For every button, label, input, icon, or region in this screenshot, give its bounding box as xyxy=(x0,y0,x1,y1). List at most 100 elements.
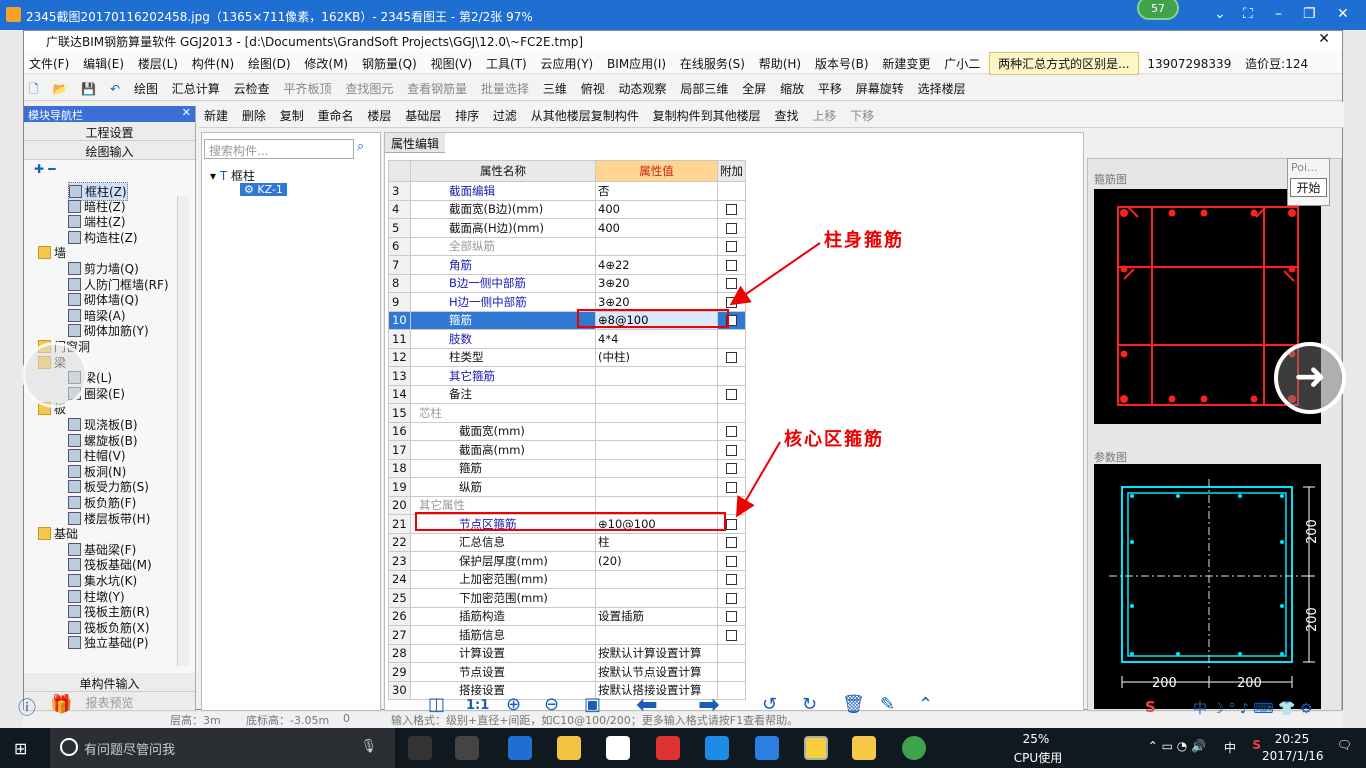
sogou-tray-icon[interactable]: S xyxy=(1252,738,1261,752)
nav-tree-item[interactable]: 现浇板(B) xyxy=(68,416,138,433)
property-value[interactable]: 设置插筋 xyxy=(595,606,718,626)
property-row[interactable]: 13 其它箍筋 xyxy=(388,366,746,386)
extra-checkbox[interactable] xyxy=(726,204,737,216)
menu-bim[interactable]: BIM应用(I) xyxy=(602,51,671,76)
property-row[interactable]: 20 其它属性 xyxy=(388,495,746,515)
copy-button[interactable]: 复制 xyxy=(275,102,309,129)
extra-checkbox[interactable] xyxy=(726,629,737,641)
property-value[interactable]: ⊕8@100 xyxy=(595,310,718,330)
property-value[interactable]: 4⊕22 xyxy=(595,255,718,275)
move-down-button[interactable]: 下移 xyxy=(845,102,879,129)
move-up-button[interactable]: 上移 xyxy=(807,102,841,129)
nav-tree-item[interactable]: 集水坑(K) xyxy=(68,572,137,589)
ime-indicator[interactable]: 中 xyxy=(1224,739,1236,756)
close-icon[interactable]: ✕ xyxy=(1337,6,1349,22)
property-value[interactable]: 柱 xyxy=(595,532,718,552)
property-value[interactable] xyxy=(595,440,718,460)
ime-toolbar-icon[interactable]: 中 ☽ ° ♪ ⌨ 👕 ⚙ xyxy=(1193,698,1312,718)
property-row[interactable]: 22 汇总信息柱 xyxy=(388,532,746,552)
cloud-check-button[interactable]: 云检查 xyxy=(229,75,275,102)
property-row[interactable]: 27 插筋信息 xyxy=(388,625,746,645)
clock-time[interactable]: 20:25 xyxy=(1262,732,1322,746)
property-value[interactable]: (20) xyxy=(595,551,718,571)
actual-size-button[interactable]: 1:1 xyxy=(466,698,489,713)
property-value[interactable]: 400 xyxy=(595,218,718,238)
delete-button[interactable]: 删除 xyxy=(237,102,271,129)
copy-from-floor-button[interactable]: 从其他楼层复制构件 xyxy=(526,102,644,129)
nav-tree-item[interactable]: 构造柱(Z) xyxy=(68,229,138,246)
property-value[interactable] xyxy=(595,569,718,589)
nav-tree-item[interactable]: 板负筋(F) xyxy=(68,494,136,511)
info-icon[interactable]: ⓘ xyxy=(18,694,36,720)
tray-icons[interactable]: ⌃ ▭ ◔ 🔊 xyxy=(1148,739,1206,753)
prev-image-button[interactable] xyxy=(22,342,88,408)
nav-tree-item[interactable]: 柱帽(V) xyxy=(68,447,126,464)
tab-property-edit[interactable]: 属性编辑 xyxy=(385,133,446,153)
nav-tree-item[interactable]: 筏板负筋(X) xyxy=(68,619,150,636)
more-icon[interactable]: ⌃ xyxy=(918,694,933,715)
slideshow-icon[interactable]: ▣ xyxy=(584,694,601,715)
menu-tools[interactable]: 工具(T) xyxy=(481,51,532,76)
extra-checkbox[interactable] xyxy=(726,222,737,234)
property-value[interactable] xyxy=(595,588,718,608)
property-row[interactable]: 24 上加密范围(mm) xyxy=(388,569,746,589)
extra-checkbox[interactable] xyxy=(726,426,737,438)
property-row[interactable]: 18 箍筋 xyxy=(388,458,746,478)
property-value[interactable]: 3⊕20 xyxy=(595,273,718,293)
delete-icon[interactable]: 🗑 xyxy=(842,694,865,715)
nav-tree-item[interactable]: 楼层板带(H) xyxy=(68,510,150,527)
network-app-icon[interactable] xyxy=(705,736,729,760)
property-row[interactable]: 16 截面宽(mm) xyxy=(388,421,746,441)
user-phone[interactable]: 13907298339 xyxy=(1142,53,1236,75)
nav-tree-item[interactable]: 筏板主筋(R) xyxy=(68,603,150,620)
notification-badge[interactable]: 57 xyxy=(1137,0,1179,20)
clock-date[interactable]: 2017/1/16 xyxy=(1262,749,1324,763)
nav-tree-item[interactable]: 人防门框墙(RF) xyxy=(68,276,169,293)
green-app-icon[interactable] xyxy=(902,736,926,760)
menu-floor[interactable]: 楼层(L) xyxy=(133,51,183,76)
nav-tree-item[interactable]: 砌体墙(Q) xyxy=(68,291,139,308)
extra-checkbox[interactable] xyxy=(726,611,737,623)
open-icon[interactable]: 📂 xyxy=(47,77,72,101)
menu-version[interactable]: 版本号(B) xyxy=(810,51,874,76)
gift-icon[interactable]: 🎁 xyxy=(50,694,72,715)
summary-calc-button[interactable]: 汇总计算 xyxy=(167,75,225,102)
new-button[interactable]: 新建 xyxy=(199,102,233,129)
property-value[interactable] xyxy=(595,236,718,256)
property-row[interactable]: 3 截面编辑否 xyxy=(388,181,746,201)
glodon-icon[interactable] xyxy=(755,736,779,760)
property-row[interactable]: 15 芯柱 xyxy=(388,403,746,423)
notice-banner[interactable]: 两种汇总方式的区别是... xyxy=(989,52,1139,75)
image-viewer-icon[interactable] xyxy=(804,736,828,760)
start-button[interactable]: 开始 xyxy=(1290,178,1327,197)
extra-checkbox[interactable] xyxy=(726,555,737,567)
property-value[interactable]: 4*4 xyxy=(595,329,718,349)
property-row[interactable]: 25 下加密范围(mm) xyxy=(388,588,746,608)
expand-collapse-icon[interactable]: ✚ ━ xyxy=(24,160,195,180)
property-value[interactable] xyxy=(595,384,718,404)
batch-select-button[interactable]: 批量选择 xyxy=(476,75,534,102)
property-row[interactable]: 21 节点区箍筋 ⊕10@100 xyxy=(388,514,746,534)
property-row[interactable]: 7 角筋 4⊕22 xyxy=(388,255,746,275)
property-row[interactable]: 14 备注 xyxy=(388,384,746,404)
property-row[interactable]: 29 节点设置 按默认节点设置计算 xyxy=(388,662,746,682)
property-value[interactable] xyxy=(595,495,718,515)
restore-icon[interactable]: ❐ xyxy=(1303,6,1316,22)
nav-tree-item[interactable]: 独立基础(P) xyxy=(68,634,149,651)
notes-icon[interactable] xyxy=(852,736,876,760)
undo-icon[interactable]: ↶ xyxy=(105,77,125,101)
menu-cloud[interactable]: 云应用(Y) xyxy=(536,51,599,76)
next-icon[interactable]: ➡ xyxy=(698,690,720,720)
zoom-button[interactable]: 缩放 xyxy=(775,75,809,102)
store-icon[interactable] xyxy=(606,736,630,760)
nav-tree-item[interactable]: 基础梁(F) xyxy=(68,541,136,558)
find-element-button[interactable]: 查找图元 xyxy=(340,75,398,102)
cortana-search[interactable]: 有问题尽管问我 🎙 xyxy=(50,728,395,768)
property-value[interactable] xyxy=(595,477,718,497)
nav-folder[interactable]: 基础 xyxy=(38,525,78,542)
mic-icon[interactable]: 🎙 xyxy=(360,739,377,754)
rename-button[interactable]: 重命名 xyxy=(313,102,359,129)
nav-tree-item[interactable]: 板受力筋(S) xyxy=(68,478,149,495)
dynamic-view-button[interactable]: 动态观察 xyxy=(614,75,672,102)
extra-checkbox[interactable] xyxy=(726,518,737,530)
